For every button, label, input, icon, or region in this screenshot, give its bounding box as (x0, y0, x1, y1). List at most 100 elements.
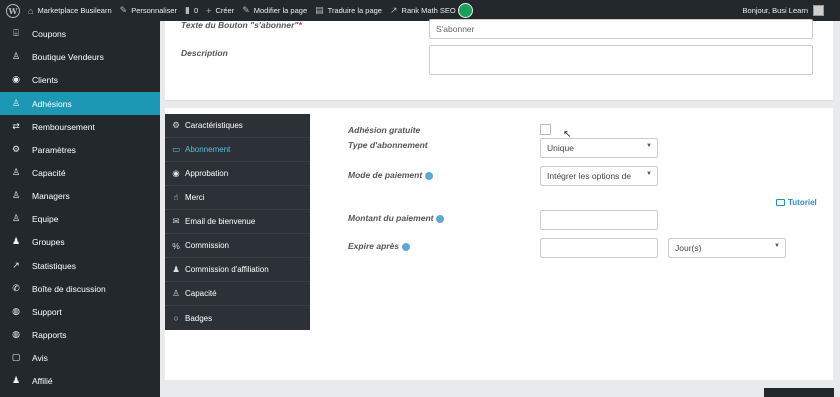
user-plus-icon: ♙ (11, 167, 21, 177)
comments-count: 0 (194, 6, 199, 15)
create-link[interactable]: + Créer (202, 0, 238, 21)
tab-caracteristiques[interactable]: ⚙ Caractéristiques (165, 114, 310, 138)
percent-icon: % (172, 240, 180, 251)
admin-sidebar: ⌹ Coupons ♙ Boutique Vendeurs ◉ Clients … (0, 21, 160, 397)
sidebar-item-boite-de-discussion[interactable]: ✆ Boîte de discussion (0, 277, 160, 300)
sidebar-item-label: Capacité (32, 167, 66, 178)
chart-line-icon: ↗ (12, 260, 20, 270)
button-text-label: Texte du Bouton "s'abonner"* (181, 20, 302, 30)
sidebar-item-label: Paramètres (32, 144, 76, 155)
account-menu[interactable]: Bonjour, Busi Learn (743, 0, 824, 21)
translate-page-link[interactable]: ▤ Traduire la page (311, 0, 386, 21)
tutorial-link[interactable]: Tutoriel (776, 198, 817, 207)
tab-email-de-bienvenue[interactable]: ✉ Email de bienvenue (165, 210, 310, 234)
refund-arrows-icon: ⇄ (12, 121, 20, 131)
thumbs-up-icon: ☝ (173, 192, 179, 202)
required-asterisk: * (298, 20, 302, 30)
tab-label: Approbation (185, 169, 229, 178)
sidebar-item-label: Remboursement (32, 121, 95, 132)
info-icon[interactable] (436, 214, 445, 223)
pencil-icon: ✎ (242, 5, 250, 15)
user-plus-icon: ♙ (172, 288, 180, 298)
gift-icon: ⌹ (13, 28, 19, 38)
submit-button[interactable] (764, 388, 834, 397)
info-icon[interactable] (402, 242, 411, 251)
translate-icon: ▤ (315, 5, 324, 15)
gears-icon: ⚙ (11, 144, 21, 154)
expires-after-label-text: Expire après (348, 241, 400, 251)
tab-abonnement[interactable]: ▭ Abonnement (165, 138, 310, 162)
button-text-label-text: Texte du Bouton "s'abonner" (181, 20, 299, 30)
comment-bubble-icon: ▮ (185, 5, 190, 15)
users-icon: ♟ (11, 375, 21, 385)
payment-mode-select[interactable]: Intégrer les options de ▼ (540, 166, 658, 186)
expires-unit-value: Jour(s) (675, 243, 702, 253)
sidebar-item-label: Adhésions (32, 98, 72, 109)
card-icon: ▭ (171, 144, 181, 154)
wordpress-icon: W (6, 3, 20, 18)
sidebar-item-label: Affilié (32, 375, 53, 386)
chevron-down-icon: ▼ (646, 143, 652, 149)
tab-badges[interactable]: ○ Badges (165, 306, 310, 330)
site-name-link[interactable]: ⌂ Marketplace Busilearn (24, 0, 116, 21)
home-icon: ⌂ (28, 5, 34, 16)
tab-label: Abonnement (185, 145, 231, 154)
sidebar-item-label: Clients (32, 74, 58, 85)
plus-icon: + (206, 5, 212, 16)
sidebar-item-adhesions[interactable]: ♙ Adhésions (0, 92, 160, 115)
site-name: Marketplace Busilearn (37, 6, 112, 15)
sidebar-item-avis[interactable]: ▢ Avis (0, 346, 160, 369)
circle-icon: ○ (173, 313, 179, 323)
tab-commission-affiliation[interactable]: ♟ Commission d'affiliation (165, 258, 310, 282)
settings-tabs: ⚙ Caractéristiques ▭ Abonnement ◉ Approb… (165, 114, 310, 330)
tab-approbation[interactable]: ◉ Approbation (165, 162, 310, 186)
expires-unit-select[interactable]: Jour(s) ▼ (668, 238, 786, 258)
sidebar-item-affilie[interactable]: ♟ Affilié (0, 369, 160, 392)
payment-amount-label-text: Montant du paiement (348, 213, 434, 223)
sidebar-item-label: Coupons (32, 28, 67, 39)
expires-after-label: Expire après (348, 241, 411, 251)
chevron-down-icon: ▼ (644, 171, 652, 177)
tab-label: Commission d'affiliation (185, 265, 269, 274)
sidebar-item-capacite[interactable]: ♙ Capacité (0, 161, 160, 184)
comment-icon: ▢ (11, 352, 21, 362)
rank-math-link[interactable]: ↗ Rank Math SEO (386, 0, 477, 21)
wordpress-logo-button[interactable]: W (0, 0, 24, 21)
users-icon: ♟ (11, 236, 21, 246)
edit-page-link[interactable]: ✎ Modifier la page (238, 0, 311, 21)
button-text-input[interactable] (429, 19, 813, 39)
user-icon: ♙ (11, 213, 21, 223)
description-textarea[interactable] (429, 45, 813, 75)
tab-merci[interactable]: ☝ Merci (165, 186, 310, 210)
tab-label: Merci (185, 193, 205, 202)
sidebar-item-managers[interactable]: ♙ Managers (0, 184, 160, 207)
sidebar-item-coupons[interactable]: ⌹ Coupons (0, 22, 160, 45)
subscription-type-select[interactable]: Unique ▼ (540, 138, 658, 158)
tutorial-label: Tutoriel (788, 198, 817, 207)
customize-link[interactable]: ✎ Personnaliser (116, 0, 181, 21)
sidebar-item-boutique-vendeurs[interactable]: ♙ Boutique Vendeurs (0, 45, 160, 68)
info-icon[interactable] (425, 171, 434, 180)
free-membership-checkbox[interactable] (540, 124, 551, 135)
sidebar-item-equipe[interactable]: ♙ Equipe (0, 207, 160, 230)
free-membership-label: Adhésion gratuite (348, 125, 421, 135)
envelope-icon: ✉ (172, 216, 180, 226)
sidebar-item-parametres[interactable]: ⚙ Paramètres (0, 138, 160, 161)
sidebar-item-remboursement[interactable]: ⇄ Remboursement (0, 115, 160, 138)
video-camera-icon (776, 199, 785, 206)
sidebar-item-clients[interactable]: ◉ Clients (0, 68, 160, 91)
comments-link[interactable]: ▮ 0 (181, 0, 202, 21)
sidebar-item-label: Groupes (32, 236, 65, 247)
customize-label: Personnaliser (131, 6, 178, 15)
chevron-down-icon: ▼ (774, 243, 780, 249)
payment-amount-input[interactable] (540, 210, 658, 230)
sidebar-item-support[interactable]: ◍ Support (0, 300, 160, 323)
tab-commission[interactable]: % Commission (165, 234, 310, 258)
sidebar-item-rapports[interactable]: ◍ Rapports (0, 323, 160, 346)
tab-capacite[interactable]: ♙ Capacité (165, 282, 310, 306)
sidebar-item-label: Support (32, 306, 62, 317)
payment-mode-value: Intégrer les options de (547, 171, 632, 181)
sidebar-item-groupes[interactable]: ♟ Groupes (0, 230, 160, 253)
sidebar-item-statistiques[interactable]: ↗ Statistiques (0, 254, 160, 277)
expires-after-input[interactable] (540, 238, 658, 258)
